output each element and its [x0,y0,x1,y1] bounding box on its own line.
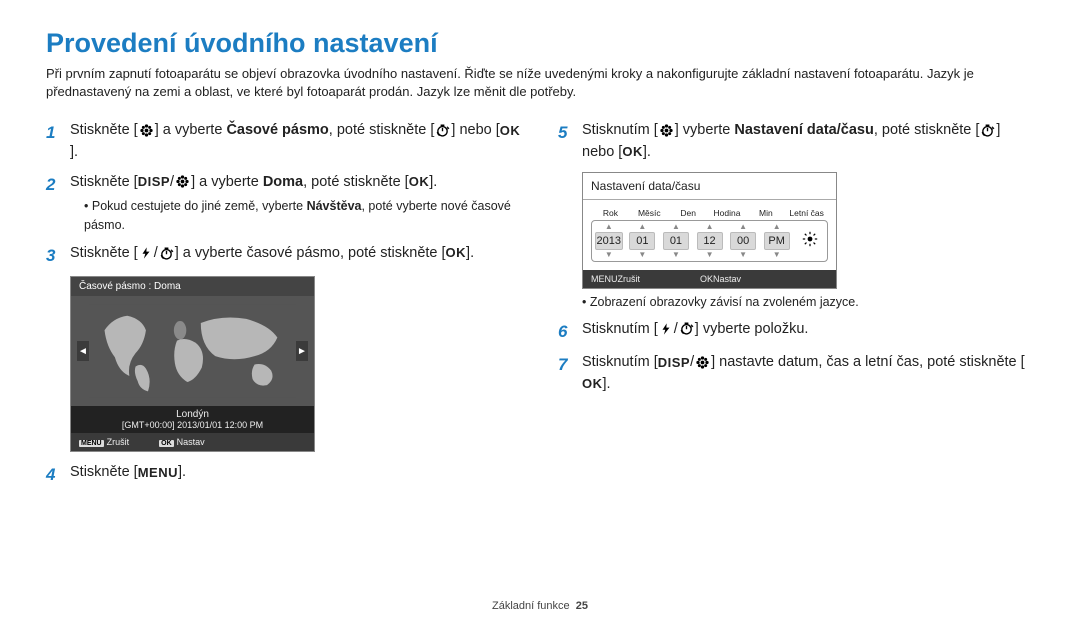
date-values-row: ▲2013▼ ▲01▼ ▲01▼ ▲12▼ ▲00▼ ▲PM▼ [591,220,828,262]
right-column: 5 Stisknutím [] vyberte Nastavení data/č… [558,120,1034,496]
step-number: 7 [558,352,572,378]
step-4: 4 Stiskněte [MENU]. [46,462,522,488]
disp-label: DISP [138,172,170,192]
date-title: Nastavení data/času [583,173,836,200]
step-2: 2 Stiskněte [DISP/] a vyberte Doma, poté… [46,172,522,235]
step-5: 5 Stisknutím [] vyberte Nastavení data/č… [558,120,1034,164]
timer-icon [679,321,694,336]
map-title: Časové pásmo : Doma [71,277,314,296]
year-spinner[interactable]: ▲2013▼ [592,221,626,261]
map-city: Londýn [71,409,314,420]
date-column-headers: Rok Měsíc Den Hodina Min Letní čas [591,208,828,218]
map-footer: MENUZrušit OKNastav [71,433,314,451]
step-number: 2 [46,172,60,198]
min-spinner[interactable]: ▲00▼ [726,221,760,261]
ok-label: OK [409,172,430,192]
date-note: Zobrazení obrazovky závisí na zvoleném j… [582,295,1034,309]
timer-icon [435,123,450,138]
datetime-screen: Nastavení data/času Rok Měsíc Den Hodina… [582,172,837,289]
flash-icon [139,246,153,260]
menu-tag: MENU [79,440,104,447]
step-1: 1 Stiskněte [] a vyberte Časové pásmo, p… [46,120,522,164]
world-map-icon [89,301,296,401]
left-column: 1 Stiskněte [] a vyberte Časové pásmo, p… [46,120,522,496]
dst-toggle[interactable] [793,231,827,250]
flower-icon [659,123,674,138]
flower-icon [695,355,710,370]
ok-label: OK [500,121,521,141]
flower-icon [139,123,154,138]
ok-tag: OK [700,274,713,284]
step-number: 1 [46,120,60,146]
step-number: 4 [46,462,60,488]
month-spinner[interactable]: ▲01▼ [626,221,660,261]
hour-spinner[interactable]: ▲12▼ [693,221,727,261]
date-set[interactable]: Nastav [713,274,741,284]
map-gmt: [GMT+00:00] 2013/01/01 12:00 PM [71,420,314,430]
step-2-sub: Pokud cestujete do jiné země, vyberte Ná… [84,197,522,235]
ok-label: OK [582,374,603,394]
timer-icon [980,123,995,138]
prev-arrow-icon[interactable]: ◄ [77,341,89,361]
step-7: 7 Stisknutím [DISP/] nastavte datum, čas… [558,352,1034,396]
page-footer: Základní funkce 25 [0,600,1080,612]
step-3: 3 Stiskněte [/] a vyberte časové pásmo, … [46,243,522,269]
day-spinner[interactable]: ▲01▼ [659,221,693,261]
step-number: 5 [558,120,572,146]
map-body: ◄ ► [71,296,314,406]
map-cancel[interactable]: Zrušit [107,437,130,447]
ok-label: OK [446,243,467,263]
step-6: 6 Stisknutím [/] vyberte položku. [558,319,1034,345]
date-footer: MENUZrušit OKNastav [583,270,836,288]
menu-label: MENU [138,463,178,483]
map-info: Londýn [GMT+00:00] 2013/01/01 12:00 PM [71,406,314,433]
date-cancel[interactable]: Zrušit [618,274,641,284]
step-number: 6 [558,319,572,345]
ok-tag: OK [159,440,174,447]
map-set[interactable]: Nastav [177,437,205,447]
timer-icon [159,246,174,261]
menu-tag: MENU [591,274,618,284]
timezone-map-screen: Časové pásmo : Doma ◄ ► Lo [70,276,315,452]
ampm-spinner[interactable]: ▲PM▼ [760,221,794,261]
flash-icon [659,322,673,336]
step-number: 3 [46,243,60,269]
content-columns: 1 Stiskněte [] a vyberte Časové pásmo, p… [46,120,1034,496]
page-title: Provedení úvodního nastavení [46,28,1034,59]
next-arrow-icon[interactable]: ► [296,341,308,361]
ok-label: OK [622,142,643,162]
flower-icon [175,174,190,189]
disp-label: DISP [658,353,690,373]
intro-text: Při prvním zapnutí fotoaparátu se objeví… [46,65,1034,100]
